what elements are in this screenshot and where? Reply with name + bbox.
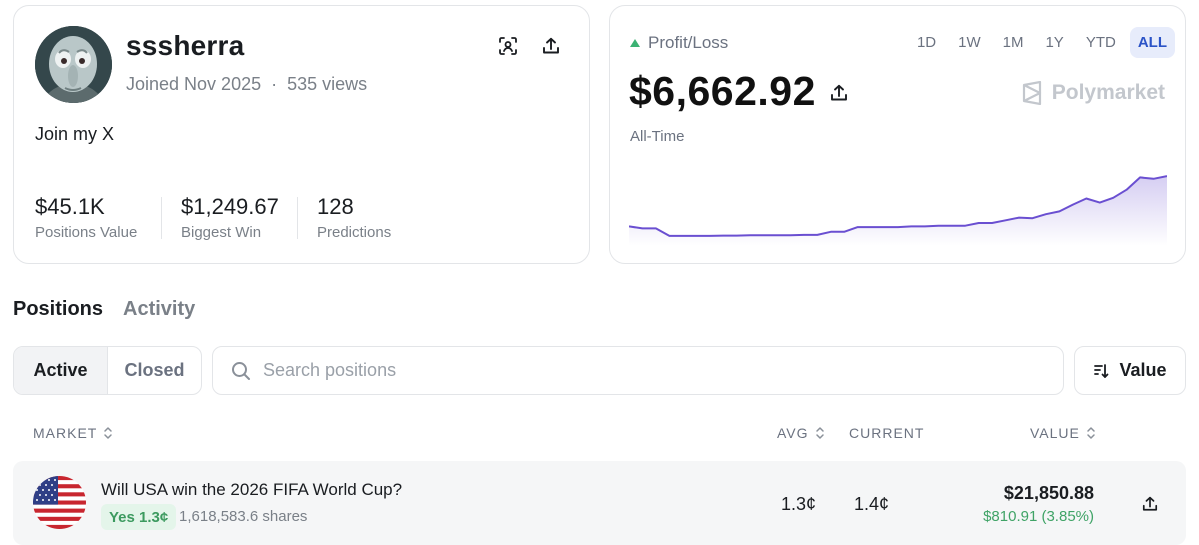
profit-loss-value: $6,662.92 (629, 68, 816, 114)
period-label: All-Time (630, 128, 685, 145)
share-profile-icon[interactable] (539, 34, 563, 58)
stat-divider (161, 197, 162, 239)
trend-up-icon (630, 39, 640, 47)
avg-price: 1.3¢ (781, 494, 817, 514)
share-position-icon[interactable] (1138, 492, 1162, 516)
stat-value: $1,249.67 (181, 194, 279, 219)
profile-tabs: Positions Activity (13, 298, 195, 321)
time-range-selector: 1D 1W 1M 1Y YTD ALL (909, 27, 1175, 58)
stat-label: Positions Value (35, 224, 138, 241)
filter-closed-button[interactable]: Closed (108, 347, 201, 394)
column-header-avg[interactable]: AVG (777, 425, 825, 441)
avatar[interactable] (35, 26, 112, 103)
column-header-market[interactable]: MARKET (33, 425, 113, 441)
profit-loss-header: Profit/Loss (630, 33, 728, 53)
profit-loss-label: Profit/Loss (648, 33, 729, 52)
stat-value: 128 (317, 194, 354, 219)
us-flag-icon (33, 476, 86, 529)
outcome-badge: Yes 1.3¢ (101, 504, 177, 530)
views-count: 535 views (287, 74, 368, 94)
column-header-label: AVG (777, 425, 809, 441)
stat-divider (297, 197, 298, 239)
profit-loss-card: Profit/Loss 1D 1W 1M 1Y YTD ALL $6,662.92 Pol… (609, 5, 1186, 264)
column-header-label: VALUE (1030, 425, 1080, 441)
stat-predictions: 128 Predictions (317, 194, 391, 241)
sort-label: Value (1119, 360, 1167, 380)
column-header-label: CURRENT (849, 425, 925, 441)
column-header-label: MARKET (33, 425, 98, 441)
sort-toggle-icon (104, 427, 113, 439)
position-value: $21,850.88 (1003, 483, 1094, 503)
position-change: $810.91 (3.85%) (983, 508, 1094, 525)
tab-positions[interactable]: Positions (13, 298, 103, 321)
profit-loss-chart[interactable] (629, 166, 1167, 246)
shares-count: 1,618,583.6 shares (179, 508, 308, 525)
joined-date: Joined Nov 2025 (126, 74, 262, 94)
sort-toggle-icon (1087, 427, 1095, 439)
profile-card: sssherra Joined Nov 2025 · 535 views Join … (13, 5, 590, 264)
sort-toggle-icon (815, 427, 824, 439)
stat-value: $45.1K (35, 194, 105, 219)
range-1y-button[interactable]: 1Y (1037, 27, 1071, 58)
market-title[interactable]: Will USA win the 2026 FIFA World Cup? (101, 480, 402, 500)
share-pnl-icon[interactable] (827, 81, 851, 105)
range-1d-button[interactable]: 1D (909, 27, 944, 58)
filter-active-button[interactable]: Active (14, 347, 108, 394)
profile-meta: Joined Nov 2025 · 535 views (126, 74, 367, 95)
range-ytd-button[interactable]: YTD (1078, 27, 1124, 58)
username: sssherra (126, 30, 245, 61)
sort-by-value-button[interactable]: Value (1074, 346, 1186, 395)
column-header-current: CURRENT (849, 425, 924, 441)
polymarket-logo: Polymarket (1020, 81, 1165, 105)
stat-biggest-win: $1,249.67 Biggest Win (181, 194, 279, 241)
brand-name: Polymarket (1051, 81, 1165, 104)
position-status-toggle: Active Closed (13, 346, 202, 395)
meta-separator: · (271, 74, 278, 94)
search-bar (212, 346, 1064, 395)
table-row[interactable]: Will USA win the 2026 FIFA World Cup? Ye… (13, 461, 1186, 545)
range-1w-button[interactable]: 1W (950, 27, 989, 58)
stat-positions-value: $45.1K Positions Value (35, 194, 137, 241)
current-price: 1.4¢ (854, 494, 890, 514)
sort-icon (1094, 363, 1109, 378)
search-input[interactable] (263, 360, 963, 381)
range-all-button[interactable]: ALL (1129, 27, 1175, 58)
tab-activity[interactable]: Activity (123, 298, 195, 321)
stat-label: Biggest Win (181, 224, 262, 241)
column-header-value[interactable]: VALUE (1030, 425, 1096, 441)
polymarket-logo-icon (1022, 81, 1041, 105)
profile-bio: Join my X (35, 124, 115, 144)
scan-profile-icon[interactable] (496, 34, 520, 58)
range-1m-button[interactable]: 1M (995, 27, 1032, 58)
stat-label: Predictions (317, 224, 392, 241)
search-icon (232, 361, 250, 380)
